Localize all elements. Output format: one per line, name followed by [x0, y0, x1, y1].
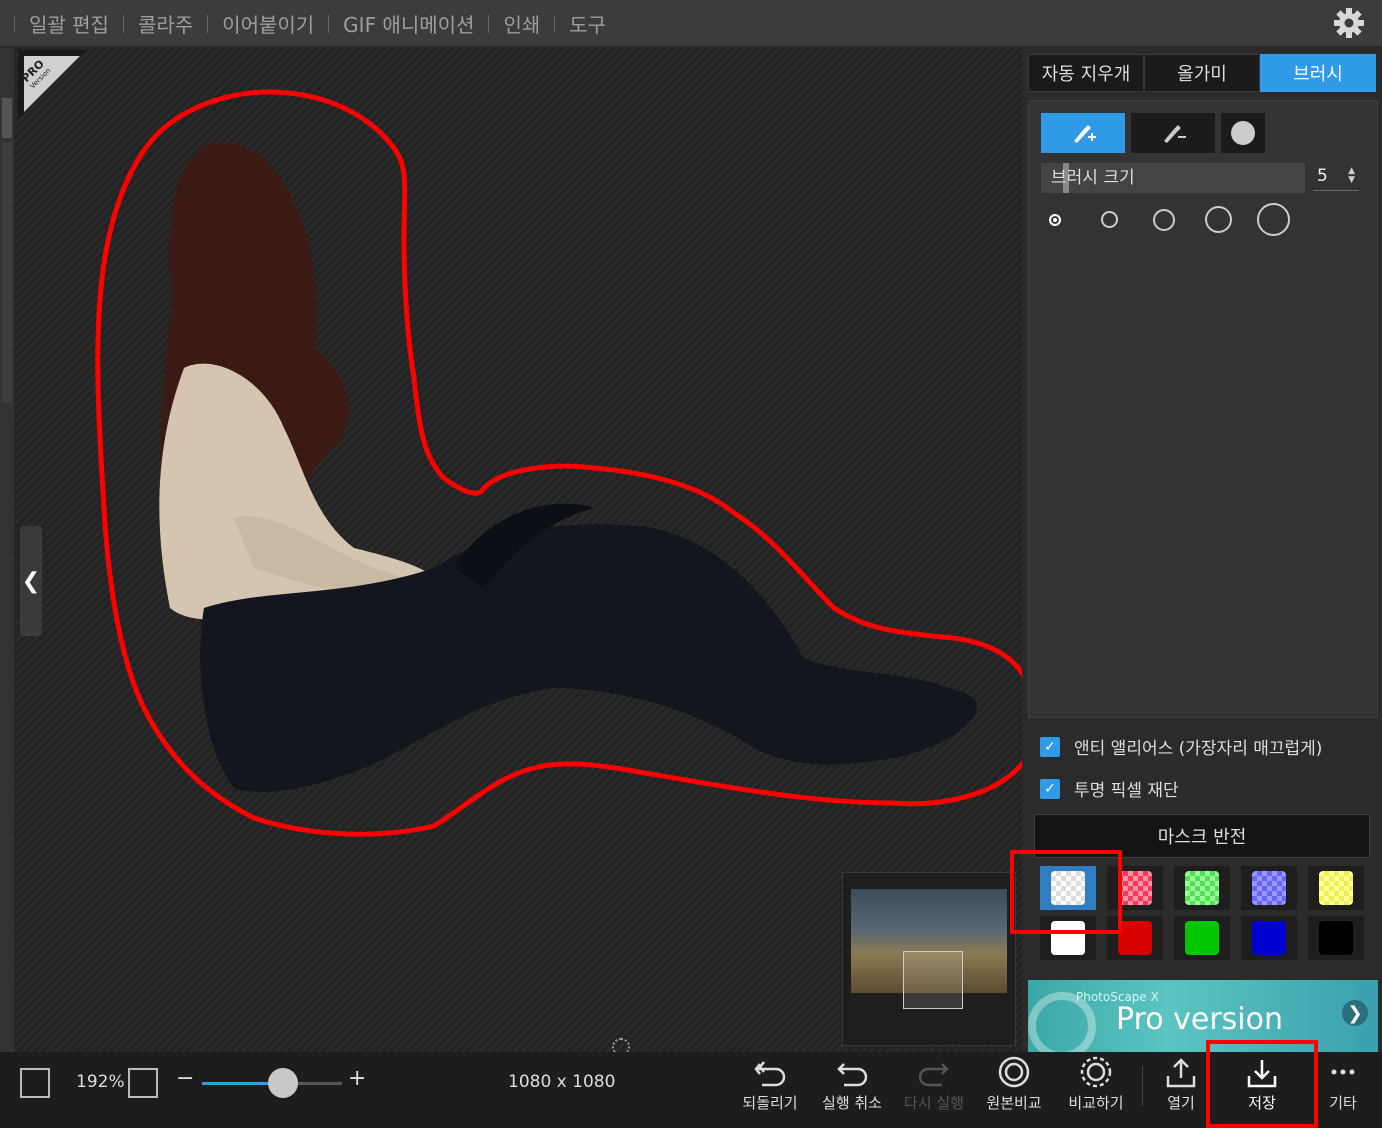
tab-lasso[interactable]: 올가미 — [1144, 54, 1260, 92]
swatch-chip — [1185, 871, 1219, 905]
antialias-option[interactable]: ✓ 앤티 앨리어스 (가장자리 매끄럽게) — [1040, 734, 1322, 759]
menu-item-collage[interactable]: 콜라주 — [124, 9, 207, 38]
menu-item-print[interactable]: 인쇄 — [489, 9, 554, 38]
swatch-chip — [1118, 921, 1152, 955]
compare-button[interactable]: 비교하기 — [1058, 1056, 1134, 1122]
swatch-green-checker[interactable] — [1174, 866, 1230, 910]
navigator-thumbnail[interactable] — [842, 872, 1016, 1046]
undo-icon — [837, 1063, 868, 1087]
settings-gear-icon[interactable] — [1332, 6, 1366, 40]
revert-button[interactable]: 되돌리기 — [732, 1056, 808, 1122]
antialias-label: 앤티 앨리어스 (가장자리 매끄럽게) — [1074, 739, 1323, 759]
compare-original-icon — [998, 1056, 1030, 1088]
brush-preset-5[interactable] — [1257, 203, 1290, 236]
tab-brush[interactable]: 브러시 — [1260, 54, 1376, 92]
swatch-chip — [1252, 871, 1286, 905]
redo-icon — [918, 1063, 949, 1087]
brush-shape-button[interactable] — [1221, 113, 1265, 153]
brush-preset-2[interactable] — [1101, 211, 1118, 228]
zoom-slider-handle[interactable] — [268, 1068, 298, 1098]
swatch-chip — [1118, 871, 1152, 905]
loading-spinner-icon — [612, 1038, 630, 1052]
compare-icon — [1080, 1056, 1112, 1088]
zoom-level: 192% — [76, 1072, 125, 1092]
banner-big-text: Pro version — [1116, 1002, 1284, 1037]
fit-to-screen-icon[interactable] — [128, 1068, 158, 1098]
chevron-right-icon[interactable]: ❯ — [1342, 1000, 1368, 1026]
chevron-left-icon: ❮ — [21, 568, 41, 594]
brush-preset-3[interactable] — [1153, 208, 1175, 231]
stepper-arrows-icon[interactable]: ▲ ▼ — [1348, 167, 1355, 185]
brush-add-button[interactable] — [1041, 113, 1125, 153]
main-menu: 일괄 편집 콜라주 이어붙이기 GIF 애니메이션 인쇄 도구 — [14, 9, 620, 38]
swatch-green[interactable] — [1174, 916, 1230, 960]
brush-preset-1[interactable] — [1049, 213, 1061, 226]
undo-label: 실행 취소 — [822, 1094, 882, 1112]
brush-erase-button[interactable] — [1131, 113, 1215, 153]
swatch-blue-checker[interactable] — [1241, 866, 1297, 910]
swatch-chip — [1185, 921, 1219, 955]
more-label: 기타 — [1329, 1094, 1357, 1112]
swatch-black[interactable] — [1308, 916, 1364, 960]
compare-original-label: 원본비교 — [986, 1094, 1042, 1112]
redo-label: 다시 실행 — [904, 1094, 964, 1112]
image-canvas[interactable]: PRO Version — [14, 48, 1022, 1052]
red-highlight-swatch-annotation — [1010, 850, 1122, 934]
brush-size-value: 5 — [1317, 166, 1328, 186]
antialias-checkbox[interactable]: ✓ — [1040, 736, 1060, 757]
swatch-yellow-checker[interactable] — [1308, 866, 1364, 910]
brush-size-label: 브러시 크기 — [1051, 168, 1135, 188]
brush-tool-group — [1041, 113, 1265, 153]
zoom-in-icon[interactable]: + — [348, 1066, 366, 1091]
red-highlight-save-annotation — [1206, 1040, 1318, 1128]
brush-size-slider[interactable]: 브러시 크기 — [1041, 163, 1305, 193]
transparent-crop-label: 투명 픽셀 재단 — [1074, 781, 1179, 801]
left-scroll-strip[interactable] — [0, 48, 14, 1052]
zoom-out-icon[interactable]: − — [176, 1066, 194, 1091]
swatch-blue[interactable] — [1241, 916, 1297, 960]
background-toggle-icon[interactable] — [20, 1068, 50, 1098]
more-dots-icon — [1331, 1069, 1355, 1075]
revert-icon — [754, 1061, 786, 1087]
bottom-toolbar: 192% − + 1080 x 1080 되돌리기 실행 취소 다시 실행 원본… — [0, 1052, 1382, 1128]
zoom-slider[interactable] — [202, 1068, 342, 1098]
swatch-chip — [1252, 921, 1286, 955]
compare-original-button[interactable]: 원본비교 — [976, 1056, 1052, 1122]
swatch-chip — [1319, 921, 1353, 955]
scroll-track — [2, 143, 12, 403]
tab-auto-eraser[interactable]: 자동 지우개 — [1028, 54, 1144, 92]
scroll-thumb[interactable] — [2, 98, 12, 138]
brush-plus-icon — [1074, 125, 1096, 143]
redo-button[interactable]: 다시 실행 — [896, 1056, 972, 1122]
brush-size-presets — [1049, 203, 1290, 236]
revert-label: 되돌리기 — [742, 1094, 798, 1112]
compare-label: 비교하기 — [1068, 1094, 1124, 1112]
upload-icon — [1166, 1058, 1196, 1088]
collapse-left-panel-button[interactable]: ❮ — [20, 526, 42, 636]
navigator-viewport-box[interactable] — [903, 951, 963, 1009]
open-label: 열기 — [1167, 1094, 1195, 1112]
brush-preset-4[interactable] — [1205, 206, 1232, 233]
image-dimensions: 1080 x 1080 — [508, 1072, 616, 1092]
transparent-crop-option[interactable]: ✓ 투명 픽셀 재단 — [1040, 776, 1179, 801]
menu-item-batch-edit[interactable]: 일괄 편집 — [15, 9, 123, 38]
brush-options-panel: 브러시 크기 5 ▲ ▼ — [1028, 100, 1378, 718]
menu-item-tools[interactable]: 도구 — [555, 9, 620, 38]
brush-minus-icon — [1164, 125, 1186, 143]
top-menu-bar: 일괄 편집 콜라주 이어붙이기 GIF 애니메이션 인쇄 도구 — [0, 0, 1382, 47]
brush-size-stepper[interactable]: 5 ▲ ▼ — [1313, 163, 1359, 191]
circle-icon — [1231, 121, 1255, 145]
transparent-crop-checkbox[interactable]: ✓ — [1040, 778, 1060, 799]
undo-button[interactable]: 실행 취소 — [814, 1056, 890, 1122]
swatch-chip — [1319, 871, 1353, 905]
cutout-tabs: 자동 지우개 올가미 브러시 — [1028, 54, 1376, 92]
menu-item-gif-animation[interactable]: GIF 애니메이션 — [329, 9, 488, 38]
menu-item-combine[interactable]: 이어붙이기 — [208, 9, 328, 38]
pro-version-banner[interactable]: PhotoScape X Pro version ❯ — [1028, 980, 1378, 1052]
